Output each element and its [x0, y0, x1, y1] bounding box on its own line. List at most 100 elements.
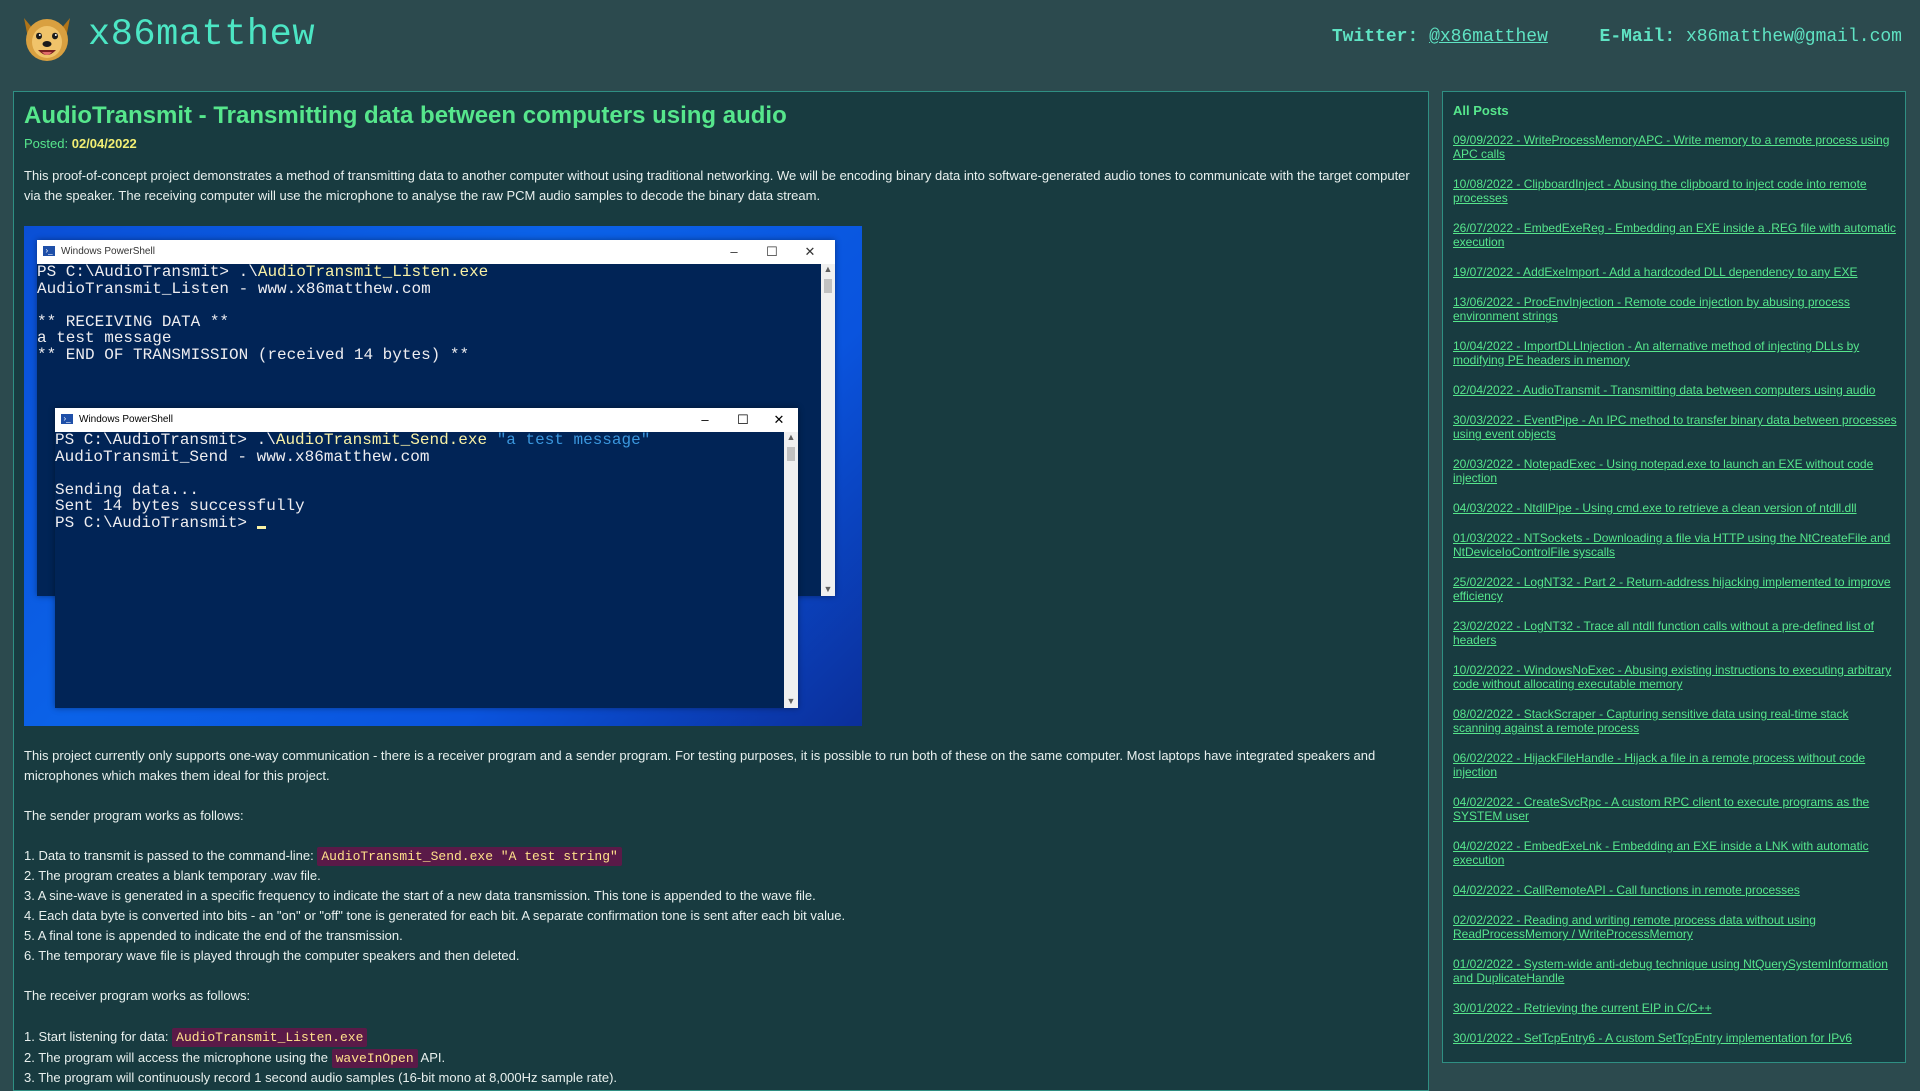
email-address: x86matthew@gmail.com	[1685, 27, 1902, 47]
post-list-item: 04/02/2022 - EmbedExeLnk - Embedding an …	[1453, 839, 1899, 867]
scroll-thumb[interactable]	[787, 447, 795, 461]
post-link[interactable]: 26/07/2022 - EmbedExeReg - Embedding an …	[1453, 221, 1896, 249]
post-link[interactable]: 06/02/2022 - HijackFileHandle - Hijack a…	[1453, 751, 1865, 779]
receiver-step: 2. The program will access the microphon…	[24, 1049, 446, 1068]
post-list-item: 25/02/2022 - LogNT32 - Part 2 - Return-a…	[1453, 575, 1899, 603]
post-link[interactable]: 30/03/2022 - EventPipe - An IPC method t…	[1453, 413, 1897, 441]
post-link[interactable]: 10/04/2022 - ImportDLLInjection - An alt…	[1453, 339, 1859, 367]
sidebar-heading: All Posts	[1453, 103, 1509, 118]
console-line: AudioTransmit_Listen - www.x86matthew.co…	[37, 279, 431, 298]
window-title: Windows PowerShell	[79, 414, 173, 425]
posted-date-value: 02/04/2022	[71, 136, 137, 151]
post-link[interactable]: 10/02/2022 - WindowsNoExec - Abusing exi…	[1453, 663, 1891, 691]
post-list-item: 01/03/2022 - NTSockets - Downloading a f…	[1453, 531, 1899, 559]
twitter-label: Twitter:	[1331, 27, 1419, 47]
window-title: Windows PowerShell	[61, 246, 155, 257]
console-output: PS C:\AudioTransmit> .\AudioTransmit_Sen…	[55, 432, 784, 708]
close-icon[interactable]: ✕	[795, 242, 825, 262]
post-link[interactable]: 13/06/2022 - ProcEnvInjection - Remote c…	[1453, 295, 1850, 323]
post-link[interactable]: 25/02/2022 - LogNT32 - Part 2 - Return-a…	[1453, 575, 1891, 603]
post-list-item: 02/04/2022 - AudioTransmit - Transmittin…	[1453, 383, 1899, 397]
post-link[interactable]: 04/02/2022 - CreateSvcRpc - A custom RPC…	[1453, 795, 1869, 823]
scrollbar[interactable]: ▲ ▼	[784, 432, 798, 708]
post-list-item: 08/02/2022 - StackScraper - Capturing se…	[1453, 707, 1899, 735]
post-list-item: 30/01/2022 - Retrieving the current EIP …	[1453, 1001, 1899, 1015]
close-icon[interactable]: ✕	[764, 410, 794, 430]
code-snippet: AudioTransmit_Send.exe "A test string"	[317, 847, 622, 866]
post-link[interactable]: 01/02/2022 - System-wide anti-debug tech…	[1453, 957, 1888, 985]
post-link[interactable]: 08/02/2022 - StackScraper - Capturing se…	[1453, 707, 1849, 735]
code-snippet: AudioTransmit_Listen.exe	[172, 1028, 368, 1047]
sender-step: 4. Each data byte is converted into bits…	[24, 908, 846, 923]
window-titlebar: ›_ Windows PowerShell – ☐ ✕	[55, 408, 798, 432]
post-list-item: 23/02/2022 - LogNT32 - Trace all ntdll f…	[1453, 619, 1899, 647]
post-list-item: 06/02/2022 - HijackFileHandle - Hijack a…	[1453, 751, 1899, 779]
email-label: E-Mail:	[1599, 27, 1676, 47]
post-list-item: 04/03/2022 - NtdllPipe - Using cmd.exe t…	[1453, 501, 1899, 515]
contact-info: Twitter: @x86matthew E-Mail: x86matthew@…	[1332, 27, 1902, 47]
post-link[interactable]: 30/01/2022 - Retrieving the current EIP …	[1453, 1001, 1712, 1015]
post-list: 09/09/2022 - WriteProcessMemoryAPC - Wri…	[1453, 133, 1899, 1061]
sender-step: 6. The temporary wave file is played thr…	[24, 948, 520, 963]
post-list-item: 20/03/2022 - NotepadExec - Using notepad…	[1453, 457, 1899, 485]
post-link[interactable]: 01/03/2022 - NTSockets - Downloading a f…	[1453, 531, 1890, 559]
post-link[interactable]: 02/02/2022 - Reading and writing remote …	[1453, 913, 1816, 941]
scroll-down-icon[interactable]: ▼	[821, 584, 835, 596]
post-link[interactable]: 04/03/2022 - NtdllPipe - Using cmd.exe t…	[1453, 501, 1857, 515]
maximize-icon[interactable]: ☐	[728, 410, 758, 430]
post-link[interactable]: 04/02/2022 - EmbedExeLnk - Embedding an …	[1453, 839, 1869, 867]
post-list-item: 19/07/2022 - AddExeImport - Add a hardco…	[1453, 265, 1899, 279]
scrollbar[interactable]: ▲ ▼	[821, 264, 835, 596]
scroll-thumb[interactable]	[824, 279, 832, 293]
receiver-step: 3. The program will continuously record …	[24, 1070, 618, 1085]
scroll-down-icon[interactable]: ▼	[784, 696, 798, 708]
posted-label: Posted:	[24, 136, 69, 151]
post-link[interactable]: 02/04/2022 - AudioTransmit - Transmittin…	[1453, 383, 1875, 397]
post-list-item: 10/04/2022 - ImportDLLInjection - An alt…	[1453, 339, 1899, 367]
post-list-item: 13/06/2022 - ProcEnvInjection - Remote c…	[1453, 295, 1899, 323]
post-link[interactable]: 19/07/2022 - AddExeImport - Add a hardco…	[1453, 265, 1858, 279]
minimize-icon[interactable]: –	[719, 242, 749, 262]
dog-face-logo-icon[interactable]	[18, 12, 76, 64]
post-link[interactable]: 04/02/2022 - CallRemoteAPI - Call functi…	[1453, 883, 1800, 897]
receiver-intro: The receiver program works as follows:	[24, 988, 251, 1003]
all-posts-sidebar: All Posts 09/09/2022 - WriteProcessMemor…	[1442, 91, 1906, 1063]
post-list-item: 01/02/2022 - System-wide anti-debug tech…	[1453, 957, 1899, 985]
console-line: ** END OF TRANSMISSION (received 14 byte…	[37, 345, 470, 364]
scroll-up-icon[interactable]: ▲	[784, 432, 798, 444]
article-screenshot: ›_ Windows PowerShell – ☐ ✕ PS C:\AudioT…	[24, 226, 862, 726]
post-list-item: 10/02/2022 - WindowsNoExec - Abusing exi…	[1453, 663, 1899, 691]
post-link[interactable]: 09/09/2022 - WriteProcessMemoryAPC - Wri…	[1453, 133, 1889, 161]
sender-step: 5. A final tone is appended to indicate …	[24, 928, 403, 943]
powershell-icon: ›_	[43, 246, 55, 256]
minimize-icon[interactable]: –	[690, 410, 720, 430]
maximize-icon[interactable]: ☐	[757, 242, 787, 262]
cursor-icon	[256, 525, 266, 529]
sender-step: 3. A sine-wave is generated in a specifi…	[24, 888, 816, 903]
post-link[interactable]: 20/03/2022 - NotepadExec - Using notepad…	[1453, 457, 1873, 485]
post-list-item: 04/02/2022 - CreateSvcRpc - A custom RPC…	[1453, 795, 1899, 823]
site-title[interactable]: x86matthew	[88, 14, 315, 56]
twitter-link[interactable]: @x86matthew	[1429, 27, 1548, 47]
console-line: PS C:\AudioTransmit> .\AudioTransmit_Sen…	[55, 431, 651, 449]
post-list-item: 30/01/2022 - SetTcpEntry6 - A custom Set…	[1453, 1031, 1899, 1045]
console-line: a test message	[37, 329, 172, 347]
site-header: x86matthew Twitter: @x86matthew E-Mail: …	[0, 0, 1920, 80]
intro-paragraph: This proof-of-concept project demonstrat…	[24, 168, 1410, 203]
post-list-item: 02/02/2022 - Reading and writing remote …	[1453, 913, 1899, 941]
post-link[interactable]: 23/02/2022 - LogNT32 - Trace all ntdll f…	[1453, 619, 1874, 647]
post-list-item: 26/07/2022 - EmbedExeReg - Embedding an …	[1453, 221, 1899, 249]
console-line: Sending data...	[55, 480, 200, 499]
scroll-up-icon[interactable]: ▲	[821, 264, 835, 276]
code-snippet: waveInOpen	[331, 1049, 418, 1068]
console-line: Sent 14 bytes successfully	[55, 497, 305, 515]
sender-step: 2. The program creates a blank temporary…	[24, 868, 321, 883]
post-list-item: 10/08/2022 - ClipboardInject - Abusing t…	[1453, 177, 1899, 205]
console-line: ** RECEIVING DATA **	[37, 312, 230, 331]
post-link[interactable]: 30/01/2022 - SetTcpEntry6 - A custom Set…	[1453, 1031, 1852, 1045]
paragraph-communication: This project currently only supports one…	[24, 748, 1376, 783]
post-link[interactable]: 10/08/2022 - ClipboardInject - Abusing t…	[1453, 177, 1867, 205]
post-list-item: 04/02/2022 - CallRemoteAPI - Call functi…	[1453, 883, 1899, 897]
